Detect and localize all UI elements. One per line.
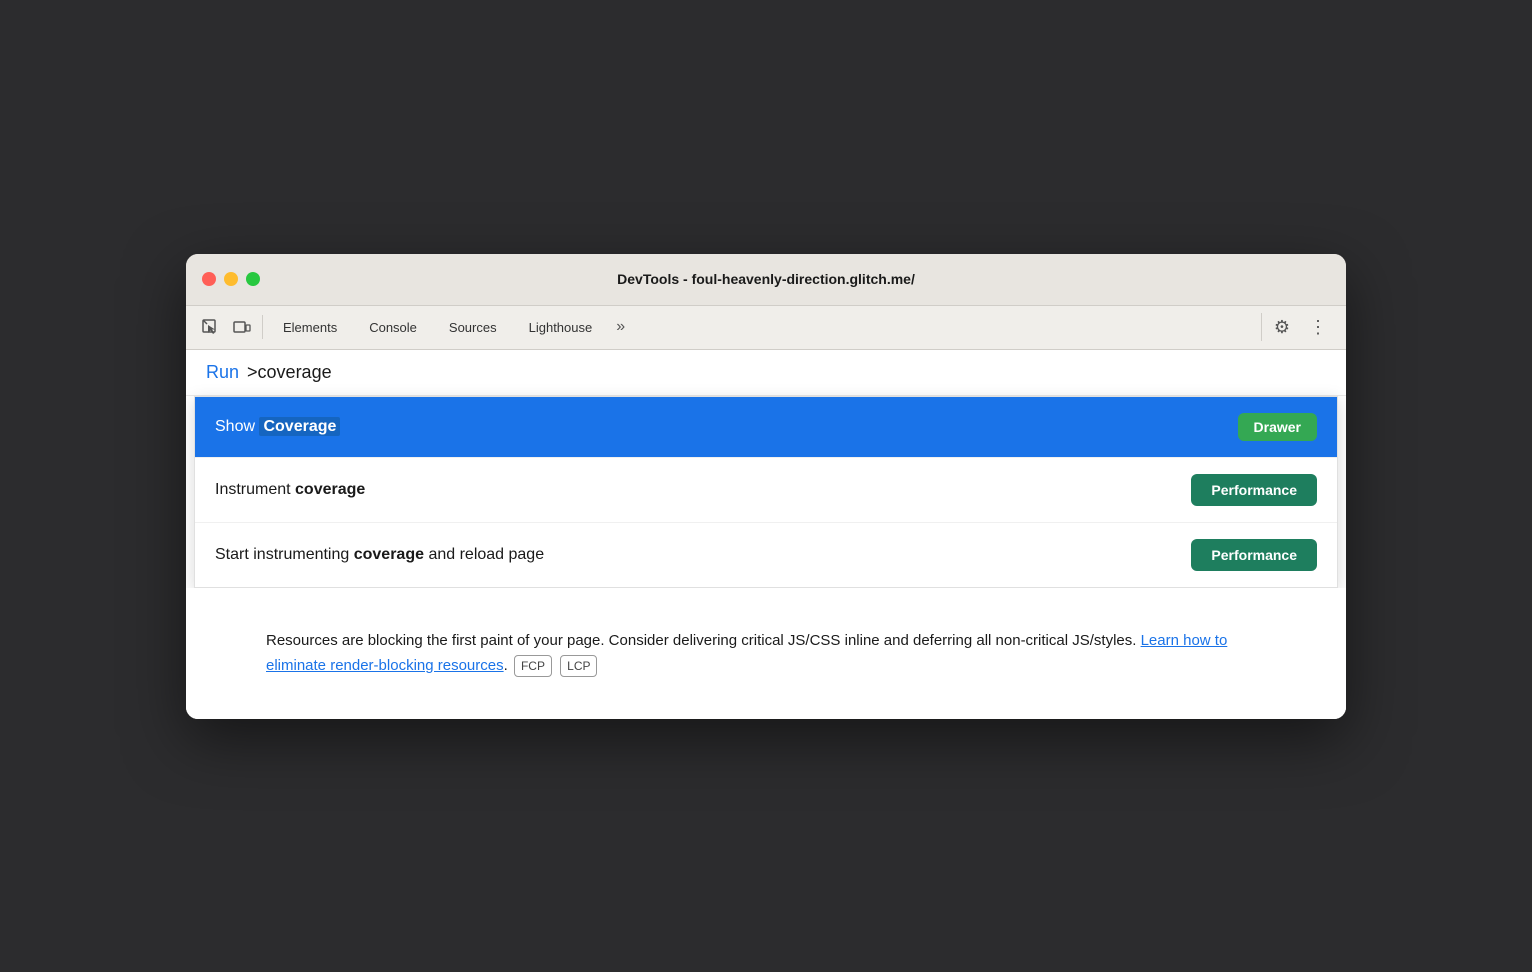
toolbar-separator: [262, 315, 263, 339]
device-icon: [233, 318, 251, 336]
devtools-body: Run Show Coverage Drawer Instrument cove…: [186, 350, 1346, 719]
dropdown-item-text-1: Show Coverage: [215, 418, 1238, 436]
inspect-element-button[interactable]: [194, 311, 226, 343]
tab-console[interactable]: Console: [353, 305, 433, 349]
cursor-icon: [201, 318, 219, 336]
item-highlight-1: Coverage: [259, 417, 340, 436]
tab-sources[interactable]: Sources: [433, 305, 513, 349]
close-button[interactable]: [202, 272, 216, 286]
content-text-before-link: Resources are blocking the first paint o…: [266, 632, 1141, 649]
performance-badge-1[interactable]: Performance: [1191, 474, 1317, 506]
item-bold-2: coverage: [295, 481, 365, 498]
main-content: Resources are blocking the first paint o…: [186, 588, 1346, 719]
item-suffix-3: and reload page: [424, 546, 544, 563]
drawer-badge-button[interactable]: Drawer: [1238, 413, 1317, 441]
more-tabs-button[interactable]: »: [608, 318, 633, 336]
dropdown-item-start-instrumenting[interactable]: Start instrumenting coverage and reload …: [195, 523, 1337, 587]
item-prefix-3: Start instrumenting: [215, 546, 354, 563]
titlebar: DevTools - foul-heavenly-direction.glitc…: [186, 254, 1346, 306]
command-dropdown: Show Coverage Drawer Instrument coverage…: [194, 396, 1338, 588]
fcp-badge: FCP: [514, 655, 552, 677]
device-toggle-button[interactable]: [226, 311, 258, 343]
maximize-button[interactable]: [246, 272, 260, 286]
lcp-badge: LCP: [560, 655, 597, 677]
devtools-toolbar: Elements Console Sources Lighthouse » ⚙ …: [186, 306, 1346, 350]
tab-elements[interactable]: Elements: [267, 305, 353, 349]
minimize-button[interactable]: [224, 272, 238, 286]
item-prefix-1: Show: [215, 418, 259, 435]
toolbar-right-divider: [1261, 313, 1262, 341]
window-title: DevTools - foul-heavenly-direction.glitc…: [617, 271, 915, 287]
devtools-window: DevTools - foul-heavenly-direction.glitc…: [186, 254, 1346, 719]
content-period: .: [504, 657, 512, 674]
settings-button[interactable]: ⚙: [1266, 311, 1298, 343]
command-input[interactable]: [247, 362, 1326, 383]
dropdown-item-text-2: Instrument coverage: [215, 481, 1191, 499]
performance-badge-2[interactable]: Performance: [1191, 539, 1317, 571]
item-prefix-2: Instrument: [215, 481, 295, 498]
dropdown-item-text-3: Start instrumenting coverage and reload …: [215, 546, 1191, 564]
dropdown-item-instrument-coverage[interactable]: Instrument coverage Performance: [195, 458, 1337, 523]
content-paragraph: Resources are blocking the first paint o…: [266, 628, 1266, 679]
item-bold-3: coverage: [354, 546, 424, 563]
more-options-button[interactable]: ⋮: [1302, 311, 1334, 343]
toolbar-right-actions: ⚙ ⋮: [1266, 311, 1338, 343]
traffic-lights: [202, 272, 260, 286]
command-bar: Run: [186, 350, 1346, 396]
run-label: Run: [206, 362, 239, 383]
dropdown-item-show-coverage[interactable]: Show Coverage Drawer: [195, 397, 1337, 458]
tab-lighthouse[interactable]: Lighthouse: [513, 305, 609, 349]
toolbar-tabs: Elements Console Sources Lighthouse »: [267, 306, 1257, 349]
